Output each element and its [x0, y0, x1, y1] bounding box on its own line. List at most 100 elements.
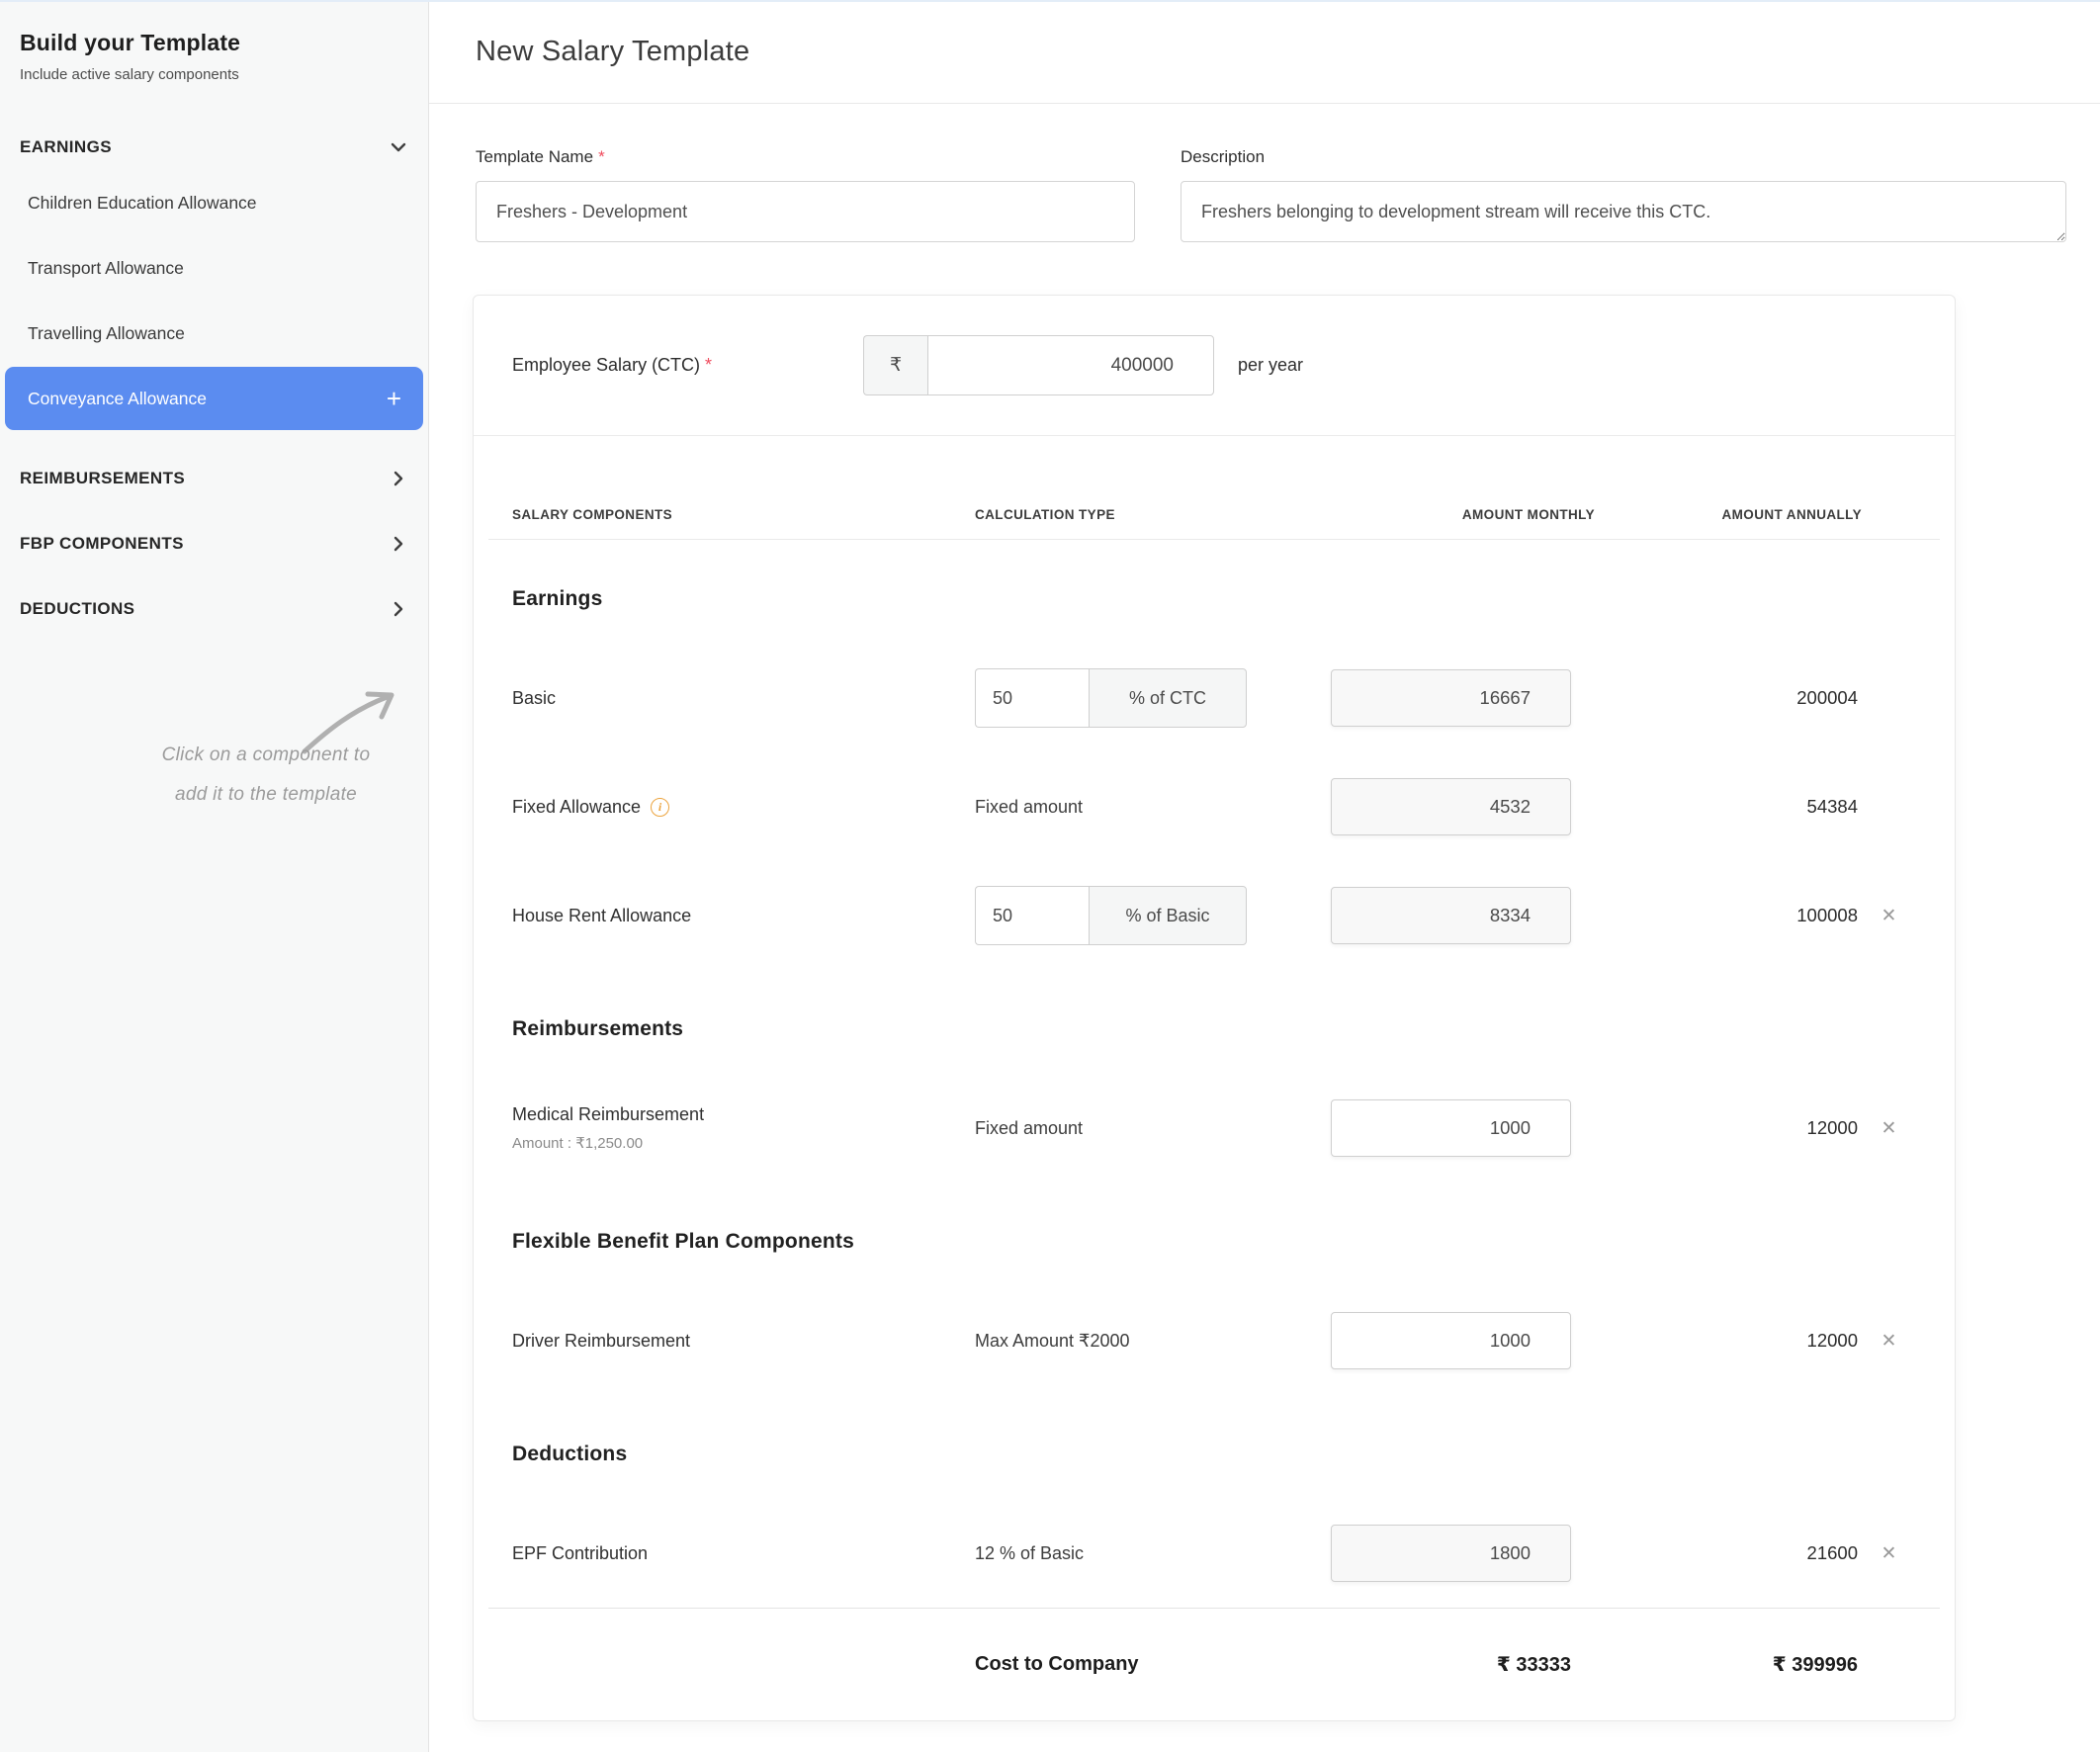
monthly-amount-input	[1331, 778, 1571, 835]
sidebar-section-fbp-components[interactable]: FBP COMPONENTS	[20, 511, 414, 576]
annual-amount: 21600	[1595, 1542, 1862, 1564]
calc-type-text: Fixed amount	[975, 1118, 1331, 1139]
cost-to-company-monthly: ₹ 33333	[1331, 1652, 1595, 1677]
sidebar-item-label: Transport Allowance	[28, 258, 184, 279]
add-component-icon[interactable]: +	[387, 386, 401, 411]
col-header-amount-annually: AMOUNT ANNUALLY	[1595, 507, 1862, 522]
calc-type-input-group: % of Basic	[975, 886, 1247, 945]
ctc-row: Employee Salary (CTC)* ₹ per year	[474, 296, 1955, 436]
section-heading-reimbursements: Reimbursements	[488, 1009, 1940, 1049]
sidebar-section-deductions[interactable]: DEDUCTIONS	[20, 576, 414, 642]
salary-structure-panel: Employee Salary (CTC)* ₹ per year SALARY…	[473, 295, 1956, 1721]
table-header-row: SALARY COMPONENTS CALCULATION TYPE AMOUN…	[488, 436, 1940, 540]
ctc-label: Employee Salary (CTC)*	[512, 355, 863, 376]
ctc-period-label: per year	[1238, 355, 1303, 376]
annual-amount: 100008	[1595, 905, 1862, 926]
col-header-salary-components: SALARY COMPONENTS	[512, 507, 975, 522]
annual-amount: 200004	[1595, 687, 1862, 709]
component-subtext: Amount : ₹1,250.00	[512, 1134, 975, 1152]
table-row-house-rent-allowance: House Rent Allowance % of Basic 100008 ✕	[488, 861, 1940, 970]
template-meta-fields: Template Name * Description Freshers belo…	[476, 147, 2066, 247]
sidebar-section-earnings[interactable]: EARNINGS	[20, 132, 414, 162]
sidebar-item-children-education-allowance[interactable]: Children Education Allowance	[20, 170, 414, 235]
sidebar-subtitle: Include active salary components	[20, 66, 414, 83]
required-asterisk: *	[705, 355, 712, 375]
monthly-amount-input	[1331, 887, 1571, 944]
calc-type-text: 12 % of Basic	[975, 1543, 1331, 1564]
sidebar-item-transport-allowance[interactable]: Transport Allowance	[20, 235, 414, 301]
remove-row-icon[interactable]: ✕	[1874, 1112, 1905, 1144]
remove-row-icon[interactable]: ✕	[1874, 1325, 1905, 1357]
remove-row-icon[interactable]: ✕	[1874, 900, 1905, 931]
components-table: SALARY COMPONENTS CALCULATION TYPE AMOUN…	[488, 436, 1940, 1720]
chevron-right-icon	[389, 534, 408, 554]
hint-line-1: Click on a component to	[103, 736, 429, 775]
monthly-amount-input[interactable]	[1331, 1312, 1571, 1369]
sidebar-item-conveyance-allowance[interactable]: Conveyance Allowance +	[5, 367, 423, 430]
main-content: New Salary Template Template Name * Descr…	[429, 2, 2100, 1752]
ctc-amount-input[interactable]	[927, 335, 1214, 395]
sidebar-section-reimbursements[interactable]: REIMBURSEMENTS	[20, 446, 414, 511]
sidebar-section-label: FBP COMPONENTS	[20, 534, 184, 554]
ctc-input-group: ₹	[863, 335, 1214, 395]
component-name: House Rent Allowance	[512, 906, 975, 926]
section-title: Deductions	[512, 1443, 627, 1466]
annual-amount: 12000	[1595, 1117, 1862, 1139]
monthly-amount-input[interactable]	[1331, 1099, 1571, 1157]
sidebar-section-label: REIMBURSEMENTS	[20, 469, 185, 488]
table-row-medical-reimbursement: Medical Reimbursement Amount : ₹1,250.00…	[488, 1074, 1940, 1183]
annual-amount: 54384	[1595, 796, 1862, 818]
sidebar-item-label: Conveyance Allowance	[28, 389, 207, 409]
calc-type-text: Max Amount ₹2000	[975, 1331, 1331, 1352]
calc-type-text: Fixed amount	[975, 797, 1331, 818]
col-header-amount-monthly: AMOUNT MONTHLY	[1331, 507, 1595, 522]
percent-unit-addon: % of Basic	[1089, 886, 1247, 945]
table-row-driver-reimbursement: Driver Reimbursement Max Amount ₹2000 12…	[488, 1286, 1940, 1395]
section-heading-deductions: Deductions	[488, 1435, 1940, 1474]
page-title: New Salary Template	[476, 36, 2100, 68]
remove-row-icon[interactable]: ✕	[1874, 1537, 1905, 1569]
cost-to-company-annually: ₹ 399996	[1595, 1652, 1862, 1677]
hint-line-2: add it to the template	[103, 775, 429, 815]
salary-template-builder: Build your Template Include active salar…	[0, 0, 2100, 1752]
section-title: Reimbursements	[512, 1017, 683, 1041]
component-name: Fixed Allowance i	[512, 797, 975, 818]
section-heading-fbp-components: Flexible Benefit Plan Components	[488, 1222, 1940, 1262]
required-asterisk: *	[598, 147, 605, 166]
percent-unit-addon: % of CTC	[1089, 668, 1247, 728]
component-name-block: Medical Reimbursement Amount : ₹1,250.00	[512, 1104, 975, 1152]
description-input[interactable]: Freshers belonging to development stream…	[1181, 181, 2066, 242]
component-name: Driver Reimbursement	[512, 1331, 975, 1352]
section-title: Earnings	[512, 587, 602, 611]
template-name-label: Template Name *	[476, 147, 1135, 167]
cost-to-company-label: Cost to Company	[975, 1653, 1331, 1676]
chevron-down-icon	[389, 137, 408, 157]
annual-amount: 12000	[1595, 1330, 1862, 1352]
rupee-currency-icon: ₹	[863, 335, 927, 395]
table-row-epf-contribution: EPF Contribution 12 % of Basic 21600 ✕	[488, 1499, 1940, 1608]
component-sidebar: Build your Template Include active salar…	[0, 2, 429, 1752]
monthly-amount-input	[1331, 669, 1571, 727]
sidebar-section-label: DEDUCTIONS	[20, 599, 134, 619]
sidebar-item-travelling-allowance[interactable]: Travelling Allowance	[20, 301, 414, 366]
description-field: Description Freshers belonging to develo…	[1181, 147, 2066, 247]
earnings-component-list: Children Education Allowance Transport A…	[20, 170, 414, 430]
chevron-right-icon	[389, 599, 408, 619]
chevron-right-icon	[389, 469, 408, 488]
calc-type-input-group: % of CTC	[975, 668, 1247, 728]
hint-text: Click on a component to add it to the te…	[103, 736, 429, 815]
percent-value-input[interactable]	[975, 668, 1089, 728]
label-text: Employee Salary (CTC)	[512, 355, 700, 375]
percent-value-input[interactable]	[975, 886, 1089, 945]
monthly-amount-input	[1331, 1525, 1571, 1582]
component-name: Basic	[512, 688, 975, 709]
sidebar-section-label: EARNINGS	[20, 137, 112, 157]
template-name-field: Template Name *	[476, 147, 1135, 247]
info-icon[interactable]: i	[651, 798, 669, 817]
component-name: EPF Contribution	[512, 1543, 975, 1564]
template-name-input[interactable]	[476, 181, 1135, 242]
page-header: New Salary Template	[429, 2, 2100, 104]
label-text: Template Name	[476, 147, 593, 166]
description-label: Description	[1181, 147, 2066, 167]
sidebar-item-label: Travelling Allowance	[28, 323, 185, 344]
